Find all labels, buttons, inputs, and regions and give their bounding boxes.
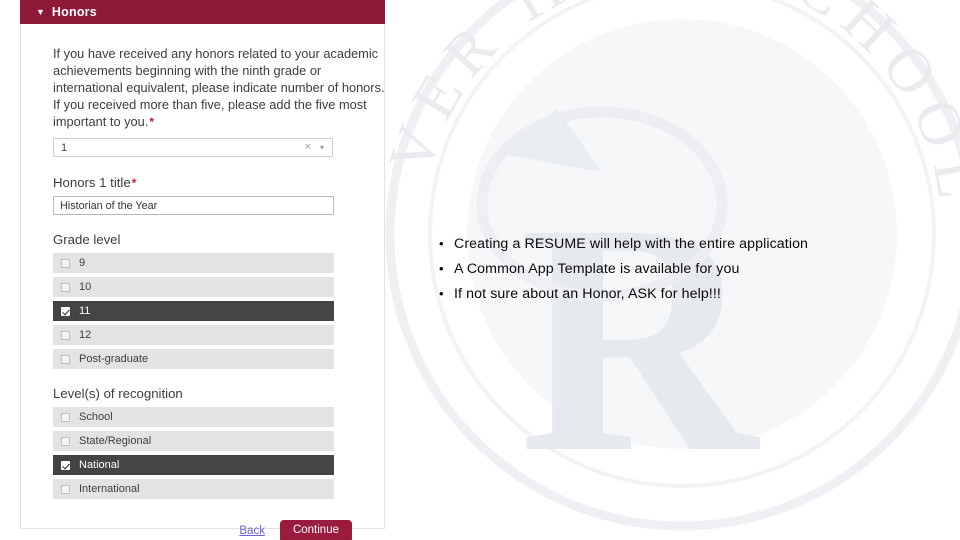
tip-item: • If not sure about an Honor, ASK for he… bbox=[432, 285, 932, 303]
recognition-option-school[interactable]: School bbox=[53, 407, 334, 427]
option-label: 10 bbox=[79, 281, 92, 293]
option-label: National bbox=[79, 459, 120, 471]
honors-count-select[interactable]: 1 × ▾ bbox=[53, 138, 333, 157]
grade-level-option-post-graduate[interactable]: Post-graduate bbox=[53, 349, 334, 369]
grade-level-option-11[interactable]: 11 bbox=[53, 301, 334, 321]
continue-button[interactable]: Continue bbox=[279, 520, 352, 540]
tip-text: If not sure about an Honor, ASK for help… bbox=[454, 286, 721, 302]
honors-title-input[interactable]: Historian of the Year bbox=[53, 196, 334, 215]
option-label: International bbox=[79, 483, 140, 495]
back-link[interactable]: Back bbox=[239, 525, 265, 537]
checkbox-checked-icon[interactable] bbox=[61, 306, 70, 316]
checkbox-icon[interactable] bbox=[61, 484, 70, 494]
svg-text:VER HIGH SCHOOL: VER HIGH SCHOOL bbox=[376, 0, 960, 215]
chevron-down-icon[interactable]: ▾ bbox=[320, 143, 324, 152]
option-label: Post-graduate bbox=[79, 353, 149, 365]
bullet-icon: • bbox=[439, 286, 444, 301]
bullet-icon: • bbox=[439, 236, 444, 251]
recognition-option-state-regional[interactable]: State/Regional bbox=[53, 431, 334, 451]
clear-icon[interactable]: × bbox=[305, 142, 311, 153]
watermark-arc-text: VER HIGH SCHOOL bbox=[376, 0, 960, 215]
recognition-level-options: School State/Regional National Internati… bbox=[53, 407, 334, 499]
honors-title-label-text: Honors 1 title bbox=[53, 175, 131, 190]
honors-form-card: If you have received any honors related … bbox=[20, 0, 385, 540]
recognition-option-international[interactable]: International bbox=[53, 479, 334, 499]
grade-level-option-12[interactable]: 12 bbox=[53, 325, 334, 345]
recognition-option-national[interactable]: National bbox=[53, 455, 334, 475]
grade-level-label: Grade level bbox=[53, 232, 121, 247]
checkbox-checked-icon[interactable] bbox=[61, 460, 70, 470]
honors-intro-text: If you have received any honors related … bbox=[53, 45, 389, 131]
honors-section-title: Honors bbox=[51, 5, 97, 19]
honors-title-required-asterisk: * bbox=[131, 176, 137, 190]
grade-level-option-9[interactable]: 9 bbox=[53, 253, 334, 273]
intro-required-asterisk: * bbox=[149, 115, 154, 129]
grade-level-option-10[interactable]: 10 bbox=[53, 277, 334, 297]
watermark-monogram: R bbox=[519, 156, 761, 521]
recognition-level-label: Level(s) of recognition bbox=[53, 386, 183, 401]
option-label: School bbox=[79, 411, 113, 423]
tip-item: • Creating a RESUME will help with the e… bbox=[432, 235, 932, 253]
triangle-down-icon[interactable]: ▼ bbox=[36, 7, 45, 17]
honors-title-value: Historian of the Year bbox=[60, 199, 158, 212]
option-label: 12 bbox=[79, 329, 92, 341]
option-label: 9 bbox=[79, 257, 86, 269]
tip-text: A Common App Template is available for y… bbox=[454, 261, 740, 277]
checkbox-icon[interactable] bbox=[61, 258, 70, 268]
checkbox-icon[interactable] bbox=[61, 330, 70, 340]
honors-title-label: Honors 1 title* bbox=[53, 175, 366, 190]
slide-canvas: VER HIGH SCHOOL R If you have received a… bbox=[0, 0, 960, 540]
grade-level-options: 9 10 11 12 Post-graduate bbox=[53, 253, 334, 369]
honors-section-header[interactable]: ▼ Honors bbox=[20, 0, 385, 24]
option-label: 11 bbox=[79, 305, 91, 317]
tip-item: • A Common App Template is available for… bbox=[432, 260, 932, 278]
bullet-icon: • bbox=[439, 261, 444, 276]
honors-count-value: 1 bbox=[61, 141, 68, 154]
option-label: State/Regional bbox=[79, 435, 152, 447]
tips-list: • Creating a RESUME will help with the e… bbox=[432, 235, 932, 310]
form-card-body: If you have received any honors related … bbox=[21, 24, 385, 540]
tip-text: Creating a RESUME will help with the ent… bbox=[454, 236, 809, 252]
honors-intro-copy: If you have received any honors related … bbox=[53, 46, 385, 129]
checkbox-icon[interactable] bbox=[61, 436, 70, 446]
form-actions: Back Continue bbox=[39, 520, 352, 540]
checkbox-icon[interactable] bbox=[61, 282, 70, 292]
checkbox-icon[interactable] bbox=[61, 412, 70, 422]
checkbox-icon[interactable] bbox=[61, 354, 70, 364]
